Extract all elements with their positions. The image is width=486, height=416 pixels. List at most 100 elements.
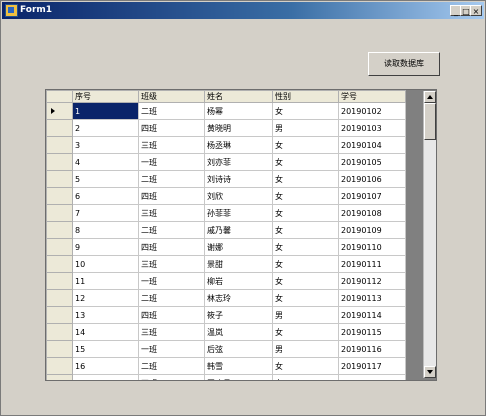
cell-gender[interactable]: 女: [272, 153, 339, 171]
cell-id[interactable]: 9: [72, 238, 139, 256]
row-header[interactable]: [46, 374, 73, 380]
cell-id[interactable]: 10: [72, 255, 139, 273]
table-row[interactable]: 15 一班 后弦男 20190116: [46, 340, 406, 358]
cell-class[interactable]: 四班: [138, 306, 205, 324]
column-header-student-id[interactable]: 学号: [338, 90, 406, 103]
cell-class[interactable]: 三班: [138, 255, 205, 273]
cell-student-id[interactable]: 20190117: [338, 357, 406, 375]
table-row[interactable]: 9 四班 谢娜女 20190110: [46, 238, 406, 256]
cell-student-id[interactable]: 20190105: [338, 153, 406, 171]
scroll-thumb[interactable]: [424, 103, 436, 140]
cell-gender[interactable]: 女: [272, 187, 339, 205]
cell-class[interactable]: 一班: [138, 340, 205, 358]
cell-class[interactable]: 四班: [138, 187, 205, 205]
cell-class[interactable]: 二班: [138, 289, 205, 307]
title-bar[interactable]: Form1 _ □ ×: [2, 2, 484, 19]
table-row[interactable]: 13 四班 筱子男 20190114: [46, 306, 406, 324]
row-header[interactable]: [46, 119, 73, 137]
cell-student-id[interactable]: 20190118: [338, 374, 406, 380]
table-row[interactable]: 10 三班 景甜女 20190111: [46, 255, 406, 273]
cell-student-id[interactable]: 20190106: [338, 170, 406, 188]
scroll-down-arrow-icon[interactable]: [424, 366, 436, 378]
cell-id[interactable]: 12: [72, 289, 139, 307]
close-button[interactable]: ×: [470, 5, 482, 16]
cell-id[interactable]: 7: [72, 204, 139, 222]
cell-student-id[interactable]: 20190102: [338, 102, 406, 120]
table-row[interactable]: 4 一班 刘亦菲女 20190105: [46, 153, 406, 171]
cell-student-id[interactable]: 20190114: [338, 306, 406, 324]
table-row[interactable]: 5 二班 刘诗诗女 20190106: [46, 170, 406, 188]
cell-name[interactable]: 谢娜: [204, 238, 273, 256]
cell-id[interactable]: 11: [72, 272, 139, 290]
scroll-up-arrow-icon[interactable]: [424, 91, 436, 103]
cell-id[interactable]: 13: [72, 306, 139, 324]
cell-gender[interactable]: 男: [272, 306, 339, 324]
column-header-id[interactable]: 序号: [72, 90, 139, 103]
row-header[interactable]: [46, 289, 73, 307]
cell-name[interactable]: 筱子: [204, 306, 273, 324]
cell-id[interactable]: 1: [72, 102, 139, 120]
cell-student-id[interactable]: 20190112: [338, 272, 406, 290]
cell-id[interactable]: 16: [72, 357, 139, 375]
cell-student-id[interactable]: 20190115: [338, 323, 406, 341]
column-header-gender[interactable]: 性别: [272, 90, 339, 103]
table-row[interactable]: 12 二班 林志玲女 20190113: [46, 289, 406, 307]
row-header[interactable]: [46, 340, 73, 358]
cell-id[interactable]: 17: [72, 374, 139, 380]
cell-gender[interactable]: 女: [272, 323, 339, 341]
cell-name[interactable]: 景甜: [204, 255, 273, 273]
cell-id[interactable]: 15: [72, 340, 139, 358]
row-header[interactable]: [46, 221, 73, 239]
cell-id[interactable]: 6: [72, 187, 139, 205]
vertical-scrollbar[interactable]: [423, 91, 436, 378]
row-header[interactable]: [46, 306, 73, 324]
cell-id[interactable]: 3: [72, 136, 139, 154]
cell-name[interactable]: 孙菲菲: [204, 204, 273, 222]
table-row[interactable]: 8 二班 戚乃馨女 20190109: [46, 221, 406, 239]
cell-class[interactable]: 四班: [138, 374, 205, 380]
cell-student-id[interactable]: 20190111: [338, 255, 406, 273]
cell-class[interactable]: 二班: [138, 357, 205, 375]
cell-gender[interactable]: 女: [272, 255, 339, 273]
cell-id[interactable]: 8: [72, 221, 139, 239]
row-header[interactable]: [46, 136, 73, 154]
cell-student-id[interactable]: 20190104: [338, 136, 406, 154]
cell-name[interactable]: 林志玲: [204, 289, 273, 307]
table-row[interactable]: 11 一班 柳岩女 20190112: [46, 272, 406, 290]
table-row[interactable]: 3 三班 杨丞琳女 20190104: [46, 136, 406, 154]
cell-name[interactable]: 刘亦菲: [204, 153, 273, 171]
cell-gender[interactable]: 男: [272, 119, 339, 137]
cell-gender[interactable]: 女: [272, 170, 339, 188]
row-header[interactable]: [46, 102, 73, 120]
table-row[interactable]: 14 三班 温岚女 20190115: [46, 323, 406, 341]
cell-student-id[interactable]: 20190110: [338, 238, 406, 256]
cell-class[interactable]: 四班: [138, 119, 205, 137]
cell-class[interactable]: 四班: [138, 238, 205, 256]
table-row[interactable]: 17四班王珞丹女20190118: [46, 374, 406, 380]
student-data-grid[interactable]: 序号 班级 姓名 性别 学号 1 二班 杨幂女 20190102 2 四班 黄晓明男 2019…: [45, 89, 437, 381]
cell-name[interactable]: 戚乃馨: [204, 221, 273, 239]
cell-class[interactable]: 三班: [138, 136, 205, 154]
cell-name[interactable]: 刘诗诗: [204, 170, 273, 188]
cell-name[interactable]: 黄晓明: [204, 119, 273, 137]
cell-class[interactable]: 二班: [138, 221, 205, 239]
cell-gender[interactable]: 女: [272, 204, 339, 222]
cell-id[interactable]: 14: [72, 323, 139, 341]
table-row[interactable]: 1 二班 杨幂女 20190102: [46, 102, 406, 120]
table-row[interactable]: 2 四班 黄晓明男 20190103: [46, 119, 406, 137]
row-header[interactable]: [46, 255, 73, 273]
row-header[interactable]: [46, 170, 73, 188]
cell-class[interactable]: 二班: [138, 102, 205, 120]
table-row[interactable]: 6 四班 刘欣女 20190107: [46, 187, 406, 205]
cell-student-id[interactable]: 20190108: [338, 204, 406, 222]
cell-gender[interactable]: 女: [272, 289, 339, 307]
cell-name[interactable]: 杨幂: [204, 102, 273, 120]
cell-gender[interactable]: 女: [272, 136, 339, 154]
column-header-class[interactable]: 班级: [138, 90, 205, 103]
cell-student-id[interactable]: 20190107: [338, 187, 406, 205]
row-header[interactable]: [46, 187, 73, 205]
row-header[interactable]: [46, 238, 73, 256]
corner-header[interactable]: [46, 90, 73, 103]
cell-gender[interactable]: 女: [272, 238, 339, 256]
cell-id[interactable]: 2: [72, 119, 139, 137]
